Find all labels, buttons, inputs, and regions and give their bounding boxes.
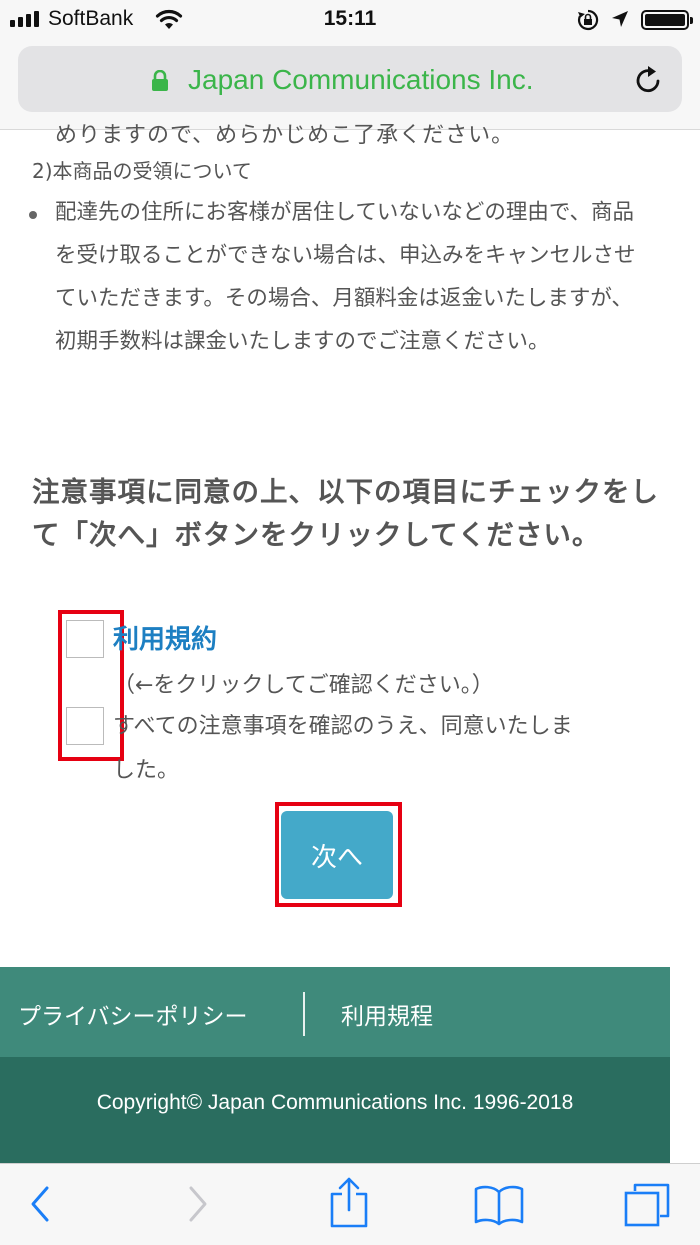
footer-divider <box>303 992 305 1036</box>
location-icon <box>612 11 628 27</box>
address-bar[interactable]: Japan Communications Inc. <box>18 46 682 112</box>
share-icon[interactable] <box>328 1176 370 1228</box>
battery-icon <box>641 10 693 30</box>
tabs-icon[interactable] <box>622 1182 672 1228</box>
notice-paragraph: 配達先の住所にお客様が居住していないなどの理由で、商品を受け取ることができない場… <box>55 200 636 354</box>
status-bar: SoftBank 15:11 <box>0 0 700 40</box>
bookmarks-icon[interactable] <box>473 1184 525 1226</box>
copyright-bar: Copyright© Japan Communications Inc. 199… <box>0 1057 670 1163</box>
terms-option: 利用規約 （←をクリックしてご確認ください。） <box>113 618 593 708</box>
button-highlight <box>275 802 402 907</box>
back-icon[interactable] <box>28 1182 52 1226</box>
bullet-dot <box>29 211 37 219</box>
section-title: 2)本商品の受領について <box>32 159 252 183</box>
footer-nav: プライバシーポリシー 利用規程 <box>0 967 670 1057</box>
privacy-policy-link[interactable]: プライバシーポリシー <box>18 997 248 1031</box>
terms-note: （←をクリックしてご確認ください。） <box>113 673 494 698</box>
rotation-lock-icon <box>577 9 599 31</box>
padlock-icon <box>152 70 168 91</box>
terms-of-use-link[interactable]: 利用規程 <box>341 997 433 1031</box>
terms-link[interactable]: 利用規約 <box>113 625 217 655</box>
copyright-text: Copyright© Japan Communications Inc. 199… <box>96 1091 574 1114</box>
forward-icon[interactable] <box>186 1182 210 1226</box>
cutoff-text: めりますので、めらかじめこ了承ください。 <box>55 123 515 148</box>
browser-toolbar <box>0 1163 700 1245</box>
agreement-instruction: 注意事項に同意の上、以下の項目にチェックをして「次へ」ボタンをクリックしてくださ… <box>32 476 659 551</box>
agree-label: すべての注意事項を確認のうえ、同意いたしました。 <box>113 714 573 783</box>
url-text: Japan Communications Inc. <box>188 64 534 95</box>
reload-icon[interactable] <box>633 64 665 96</box>
